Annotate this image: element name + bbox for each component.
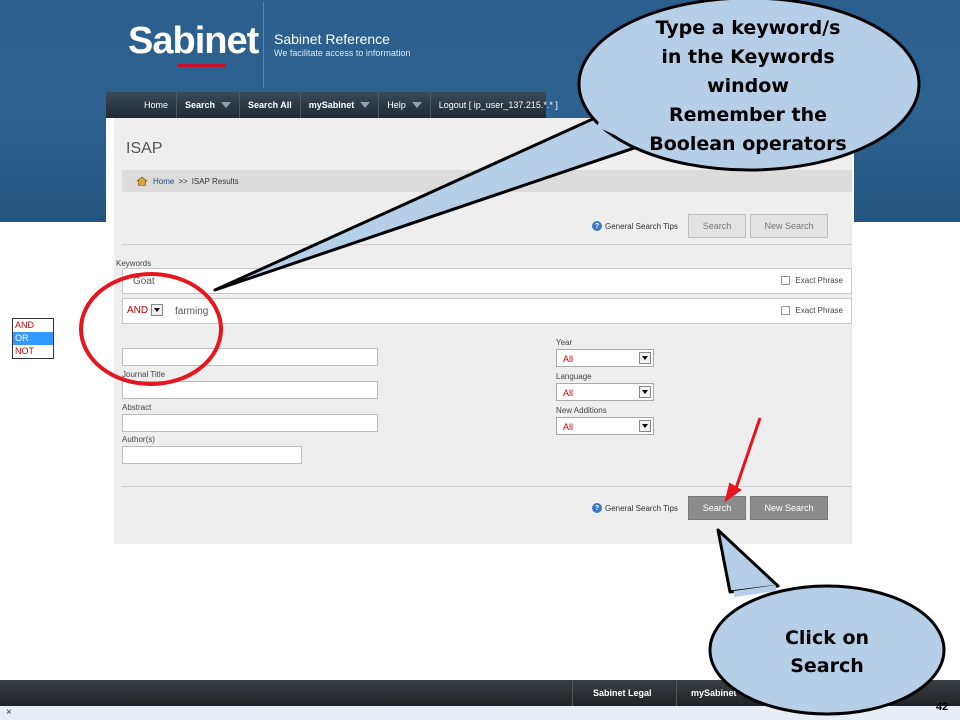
exact-phrase-checkbox[interactable]: [781, 276, 791, 285]
sabinet-logo[interactable]: Sabinet: [128, 20, 259, 70]
language-select[interactable]: All: [556, 383, 654, 401]
help-icon: ?: [592, 221, 602, 231]
operator-option-not[interactable]: NOT: [13, 345, 53, 358]
breadcrumb: Home >> ISAP Results: [122, 170, 852, 192]
nav-mysabinet-label: mySabinet: [308, 100, 355, 110]
nav-help[interactable]: Help: [379, 92, 431, 118]
new-search-button-label: New Search: [764, 221, 814, 231]
main-nav: Home Search Search All mySabinet Help Lo…: [106, 92, 558, 118]
general-search-tips-bottom[interactable]: ? General Search Tips: [592, 503, 678, 513]
help-icon: ?: [592, 503, 602, 513]
abstract-input[interactable]: [122, 414, 378, 432]
nav-logout[interactable]: Logout [ ip_user_137.215.*.* ]: [431, 92, 566, 118]
nav-search-all-label: Search All: [248, 100, 292, 110]
footer-mysabinet[interactable]: mySabinet: [676, 680, 766, 706]
logo-underline: [178, 64, 226, 67]
close-icon[interactable]: ×: [6, 707, 12, 718]
operator-value: AND: [127, 304, 149, 316]
search-button-top[interactable]: Search: [688, 214, 746, 238]
nav-logout-label: Logout [ ip_user_137.215.*.* ]: [438, 100, 558, 110]
brand-tagline: We facilitate access to information: [274, 48, 411, 58]
language-value: All: [563, 388, 574, 398]
breadcrumb-home-link[interactable]: Home: [153, 177, 174, 186]
new-additions-select[interactable]: All: [556, 417, 654, 435]
search-button-bottom[interactable]: Search: [688, 496, 746, 520]
journal-title-label: Journal Title: [122, 370, 166, 379]
status-bar: ×: [0, 706, 960, 720]
search-button-label: Search: [702, 503, 732, 513]
authors-input[interactable]: [122, 446, 302, 464]
operator-option-and[interactable]: AND: [13, 319, 53, 332]
boolean-operator-dropdown[interactable]: AND OR NOT: [12, 318, 54, 359]
year-select[interactable]: All: [556, 349, 654, 367]
nav-home-label: Home: [144, 100, 169, 110]
boolean-operator-select[interactable]: AND: [127, 304, 164, 316]
new-search-button-top[interactable]: New Search: [750, 214, 828, 238]
exact-phrase-label: Exact Phrase: [795, 276, 843, 285]
chevron-down-icon: [221, 102, 232, 108]
footer-sabinet-legal[interactable]: Sabinet Legal: [572, 680, 676, 706]
keyword-input-2[interactable]: farming: [175, 306, 208, 317]
footer-legal-label: Sabinet Legal: [593, 688, 652, 698]
exact-phrase-label: Exact Phrase: [795, 306, 843, 315]
field-input-1[interactable]: [122, 348, 378, 366]
keywords-label: Keywords: [116, 259, 152, 268]
journal-title-input[interactable]: [122, 381, 378, 399]
new-search-button-label: New Search: [764, 503, 814, 513]
dropdown-arrow-icon[interactable]: [639, 386, 651, 398]
general-search-tips-top[interactable]: ? General Search Tips: [592, 221, 678, 231]
footer-mysabinet-label: mySabinet: [691, 688, 737, 698]
dropdown-arrow-icon[interactable]: [639, 352, 651, 364]
nav-help-label: Help: [387, 100, 406, 110]
header-divider: [263, 2, 264, 88]
keyword-input-1[interactable]: Goat: [133, 276, 155, 287]
new-search-button-bottom[interactable]: New Search: [750, 496, 828, 520]
page-title: ISAP: [126, 140, 163, 157]
breadcrumb-separator: >>: [178, 176, 188, 186]
exact-phrase-toggle-2[interactable]: Exact Phrase: [781, 306, 843, 315]
authors-label: Author(s): [122, 435, 155, 444]
home-icon: [136, 176, 148, 186]
nav-mysabinet[interactable]: mySabinet: [301, 92, 380, 118]
site-footer: Sabinet Legal mySabinet: [0, 680, 960, 706]
logo-text: Sabinet: [128, 20, 259, 62]
brand-title: Sabinet Reference: [274, 31, 390, 47]
nav-search-label: Search: [185, 100, 216, 110]
nav-home[interactable]: Home: [106, 92, 178, 118]
divider: [122, 244, 852, 245]
nav-search-all[interactable]: Search All: [240, 92, 301, 118]
search-button-label: Search: [702, 221, 732, 231]
language-label: Language: [556, 372, 592, 381]
dropdown-arrow-icon[interactable]: [151, 304, 164, 316]
search-form-area: ISAP Home >> ISAP Results ? General Sear…: [114, 118, 852, 544]
chevron-down-icon: [360, 102, 371, 108]
dropdown-arrow-icon[interactable]: [639, 420, 651, 432]
tips-label: General Search Tips: [605, 221, 678, 231]
content-panel: ISAP Home >> ISAP Results ? General Sear…: [106, 118, 854, 670]
new-additions-value: All: [563, 422, 574, 432]
divider: [122, 486, 852, 487]
tips-label: General Search Tips: [605, 503, 678, 513]
chevron-down-icon: [411, 102, 422, 108]
abstract-label: Abstract: [122, 403, 152, 412]
year-value: All: [563, 354, 574, 364]
nav-search[interactable]: Search: [177, 92, 241, 118]
year-label: Year: [556, 338, 573, 347]
exact-phrase-toggle-1[interactable]: Exact Phrase: [781, 276, 843, 285]
new-additions-label: New Additions: [556, 406, 607, 415]
exact-phrase-checkbox[interactable]: [781, 306, 791, 315]
keyword-row-1: Goat Exact Phrase: [122, 268, 852, 294]
operator-option-or[interactable]: OR: [13, 332, 53, 345]
slide-number: 42: [936, 701, 949, 713]
breadcrumb-current: ISAP Results: [191, 176, 239, 186]
keyword-row-2: AND farming Exact Phrase: [122, 298, 852, 324]
